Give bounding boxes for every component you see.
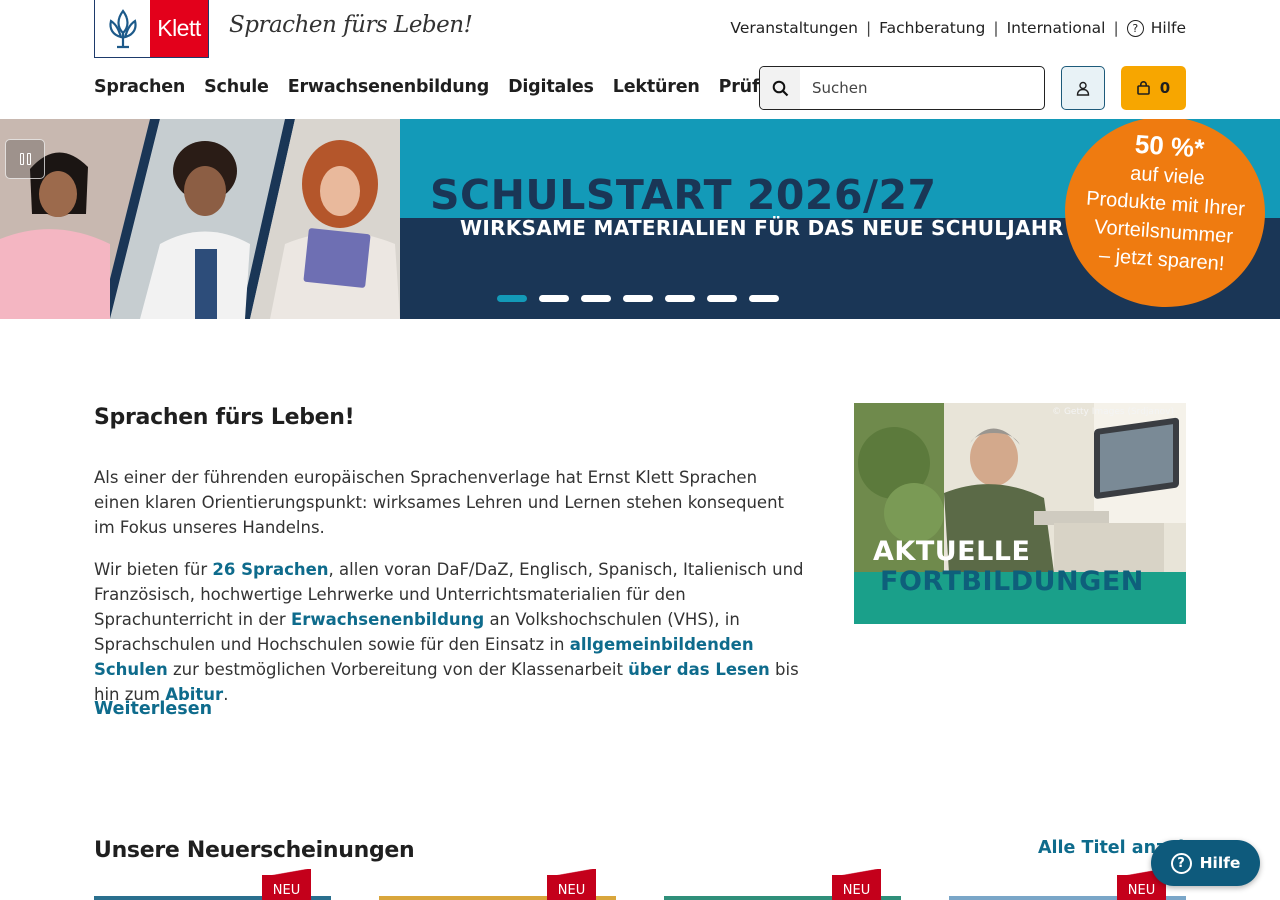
klett-logo[interactable]: Klett: [94, 0, 209, 58]
text-fragment: .: [223, 685, 229, 704]
link-erwachsenenbildung[interactable]: Erwachsenenbildung: [291, 610, 484, 629]
topnav-fachberatung[interactable]: Fachberatung: [879, 19, 985, 37]
user-icon: [1076, 81, 1090, 96]
slider-dots: [497, 295, 779, 302]
slider-dot[interactable]: [539, 295, 569, 302]
teaser-title-line-1: AKTUELLE: [873, 536, 1031, 567]
slider-dot[interactable]: [665, 295, 695, 302]
page: Klett Sprachen fürs Leben! Veranstaltung…: [0, 0, 1280, 900]
teaser-title-line-2: FORTBILDUNGEN: [880, 566, 1144, 597]
new-releases-heading: Unsere Neuerscheinungen: [94, 838, 415, 863]
topnav-international[interactable]: International: [1007, 19, 1106, 37]
search-icon[interactable]: [760, 67, 800, 109]
new-badge: NEU: [832, 869, 881, 900]
question-circle-icon: ?: [1170, 852, 1192, 874]
brand-slogan: Sprachen fürs Leben!: [229, 12, 473, 38]
search-box: [759, 66, 1045, 110]
cart-button[interactable]: 0: [1121, 66, 1186, 110]
mainnav-digitales[interactable]: Digitales: [508, 77, 594, 97]
cart-count: 0: [1159, 79, 1171, 97]
help-chat-label: Hilfe: [1199, 854, 1241, 872]
new-badge: NEU: [262, 869, 311, 900]
link-26-sprachen[interactable]: 26 Sprachen: [212, 560, 328, 579]
klett-flower-icon: [95, 0, 150, 57]
students-photo: [0, 119, 400, 319]
brand-wordmark: Klett: [150, 0, 208, 57]
mainnav-lektueren[interactable]: Lektüren: [613, 77, 700, 97]
image-copyright: © Getty Images (Srdjanov): [1052, 407, 1174, 417]
fortbildungen-teaser[interactable]: © Getty Images (Srdjanov) AKTUELLE FORTB…: [854, 403, 1186, 624]
slider-dot[interactable]: [581, 295, 611, 302]
text-fragment: zur bestmöglichen Vorbereitung von der K…: [167, 660, 629, 679]
text-fragment: Wir bieten für: [94, 560, 213, 579]
divider: |: [1113, 19, 1119, 37]
account-button[interactable]: [1061, 66, 1105, 110]
shopping-bag-icon: [1136, 81, 1150, 95]
slider-dot[interactable]: [497, 295, 527, 302]
divider: |: [865, 19, 872, 37]
pause-icon-bar: [26, 153, 31, 165]
mainnav-schule[interactable]: Schule: [204, 77, 269, 97]
banner-subtitle: WIRKSAME MATERIALIEN FÜR DAS NEUE SCHULJ…: [460, 216, 1064, 240]
weiterlesen-link[interactable]: Weiterlesen: [94, 699, 212, 719]
mainnav-erwachsenenbildung[interactable]: Erwachsenenbildung: [288, 77, 490, 97]
top-utility-nav: Veranstaltungen | Fachberatung | Interna…: [730, 19, 1186, 37]
topnav-hilfe[interactable]: ? Hilfe: [1126, 19, 1186, 37]
main-nav: Sprachen Schule Erwachsenenbildung Digit…: [94, 77, 820, 97]
slider-dot[interactable]: [623, 295, 653, 302]
help-chat-button[interactable]: ? Hilfe: [1151, 840, 1260, 886]
divider: |: [993, 19, 999, 37]
intro-heading: Sprachen fürs Leben!: [94, 405, 355, 430]
slider-dot[interactable]: [707, 295, 737, 302]
intro-paragraph-1: Als einer der führenden europäischen Spr…: [94, 468, 785, 537]
link-ueber-das-lesen[interactable]: über das Lesen: [628, 660, 770, 679]
topnav-veranstaltungen[interactable]: Veranstaltungen: [730, 19, 858, 37]
pause-icon-bar: [19, 153, 24, 165]
search-input[interactable]: [800, 67, 1040, 109]
slider-dot[interactable]: [749, 295, 779, 302]
question-circle-icon: ?: [1126, 19, 1144, 37]
hero-banner[interactable]: SCHULSTART 2026/27 WIRKSAME MATERIALIEN …: [0, 119, 1280, 319]
banner-title: SCHULSTART 2026/27: [430, 171, 937, 219]
mainnav-sprachen[interactable]: Sprachen: [94, 77, 185, 97]
intro-paragraph-2: Wir bieten für 26 Sprachen, allen voran …: [94, 557, 804, 707]
new-badge: NEU: [547, 869, 596, 900]
slider-pause-button[interactable]: [5, 139, 45, 179]
topnav-hilfe-label: Hilfe: [1150, 19, 1186, 37]
